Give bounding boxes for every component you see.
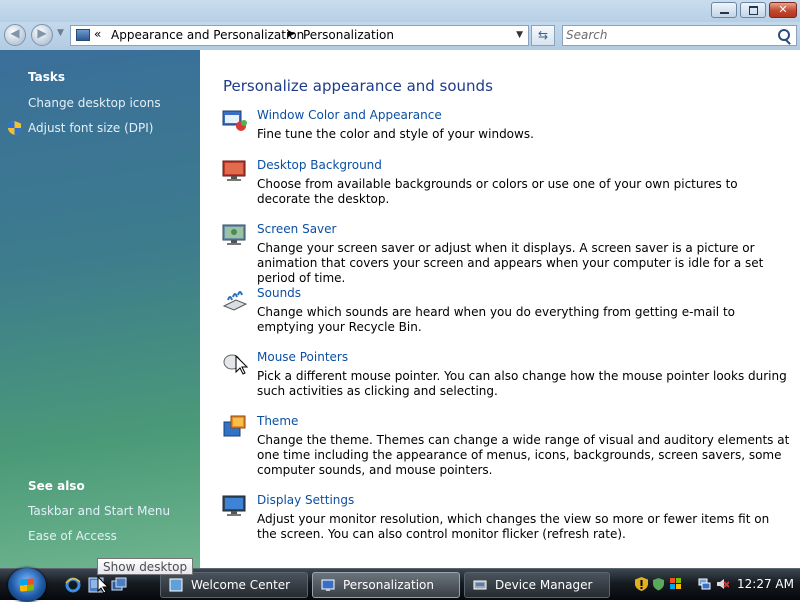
start-button[interactable] xyxy=(8,568,46,602)
theme-icon xyxy=(223,415,246,437)
theme-description: Change the theme. Themes can change a wi… xyxy=(257,433,790,477)
screen-saver-link[interactable]: Screen Saver xyxy=(257,222,336,236)
display-settings-link[interactable]: Display Settings xyxy=(257,493,354,507)
navigation-bar: ◀ ▶ ▼ « Appearance and Personalization ▶… xyxy=(0,22,800,50)
network-icon[interactable] xyxy=(698,577,711,591)
sounds-icon xyxy=(222,291,248,311)
windows-security-center-icon[interactable] xyxy=(669,577,682,591)
taskbar-button-personalization[interactable]: Personalization xyxy=(312,572,460,598)
mouse-cursor-icon xyxy=(97,576,109,594)
ease-of-access-link[interactable]: Ease of Access xyxy=(28,529,117,543)
internet-explorer-icon[interactable] xyxy=(65,577,81,593)
taskbar-button-label: Device Manager xyxy=(495,578,593,592)
taskbar-clock[interactable]: 12:27 AM xyxy=(737,577,794,591)
taskbar-button-label: Personalization xyxy=(343,578,434,592)
change-desktop-icons-link[interactable]: Change desktop icons xyxy=(28,96,161,110)
search-input[interactable] xyxy=(566,27,766,43)
windows-defender-icon[interactable] xyxy=(652,577,665,591)
refresh-icon: ⇆ xyxy=(537,28,549,42)
taskbar-button-label: Welcome Center xyxy=(191,578,291,592)
taskbar-button-welcome-center[interactable]: Welcome Center xyxy=(160,572,308,598)
mouse-pointers-icon xyxy=(223,354,248,375)
uac-shield-icon xyxy=(8,121,21,135)
breadcrumb-appearance-and-personalization[interactable]: Appearance and Personalization xyxy=(111,28,304,42)
show-desktop-tooltip: Show desktop xyxy=(97,558,194,575)
device-manager-icon xyxy=(473,580,487,590)
window-color-description: Fine tune the color and style of your wi… xyxy=(257,127,534,141)
window-color-and-appearance-link[interactable]: Window Color and Appearance xyxy=(257,108,442,122)
personalization-icon xyxy=(321,579,335,591)
recent-pages-dropdown[interactable]: ▼ xyxy=(57,28,64,38)
address-dropdown-icon[interactable]: ▼ xyxy=(516,30,523,40)
mouse-pointers-description: Pick a different mouse pointer. You can … xyxy=(257,369,787,398)
security-shield-icon[interactable] xyxy=(635,577,648,591)
content-pane: Personalize appearance and sounds Window… xyxy=(200,50,800,568)
window-title-bar xyxy=(0,0,800,22)
theme-link[interactable]: Theme xyxy=(257,414,298,428)
sounds-link[interactable]: Sounds xyxy=(257,286,301,300)
taskbar-button-device-manager[interactable]: Device Manager xyxy=(464,572,610,598)
breadcrumb-separator-arrow-icon[interactable]: ▶ xyxy=(288,29,295,39)
back-button[interactable]: ◀ xyxy=(4,24,26,46)
minimize-button[interactable] xyxy=(711,2,737,18)
welcome-center-icon xyxy=(169,578,183,592)
tasks-heading: Tasks xyxy=(28,70,66,84)
desktop-background-description: Choose from available backgrounds or col… xyxy=(257,177,738,206)
refresh-button[interactable]: ⇆ xyxy=(531,25,555,46)
control-panel-icon xyxy=(76,29,90,41)
window-color-icon xyxy=(222,110,247,131)
volume-muted-icon[interactable] xyxy=(716,577,729,591)
back-arrow-icon: ◀ xyxy=(10,26,20,40)
forward-arrow-icon: ▶ xyxy=(37,26,47,40)
see-also-heading: See also xyxy=(28,479,85,493)
sounds-description: Change which sounds are heard when you d… xyxy=(257,305,735,334)
address-bar[interactable]: « Appearance and Personalization ▶ Perso… xyxy=(70,25,529,46)
close-button[interactable] xyxy=(769,2,797,18)
screen-saver-description: Change your screen saver or adjust when … xyxy=(257,241,764,285)
display-settings-description: Adjust your monitor resolution, which ch… xyxy=(257,512,770,541)
search-box[interactable] xyxy=(562,25,797,46)
switch-windows-icon[interactable] xyxy=(111,577,127,593)
mouse-pointers-link[interactable]: Mouse Pointers xyxy=(257,350,348,364)
desktop-background-link[interactable]: Desktop Background xyxy=(257,158,382,172)
forward-button[interactable]: ▶ xyxy=(31,24,53,46)
page-title: Personalize appearance and sounds xyxy=(223,77,493,95)
desktop-background-icon xyxy=(222,160,246,181)
taskbar-and-start-menu-link[interactable]: Taskbar and Start Menu xyxy=(28,504,170,518)
adjust-font-size-link[interactable]: Adjust font size (DPI) xyxy=(28,121,153,135)
display-settings-icon xyxy=(222,495,246,516)
breadcrumb-personalization[interactable]: Personalization xyxy=(303,28,394,42)
task-pane: Tasks Change desktop icons Adjust font s… xyxy=(0,50,200,568)
maximize-button[interactable] xyxy=(740,2,766,18)
screen-saver-icon xyxy=(222,224,246,245)
breadcrumb-overflow-chevron[interactable]: « xyxy=(94,27,101,41)
search-icon[interactable] xyxy=(778,29,790,41)
